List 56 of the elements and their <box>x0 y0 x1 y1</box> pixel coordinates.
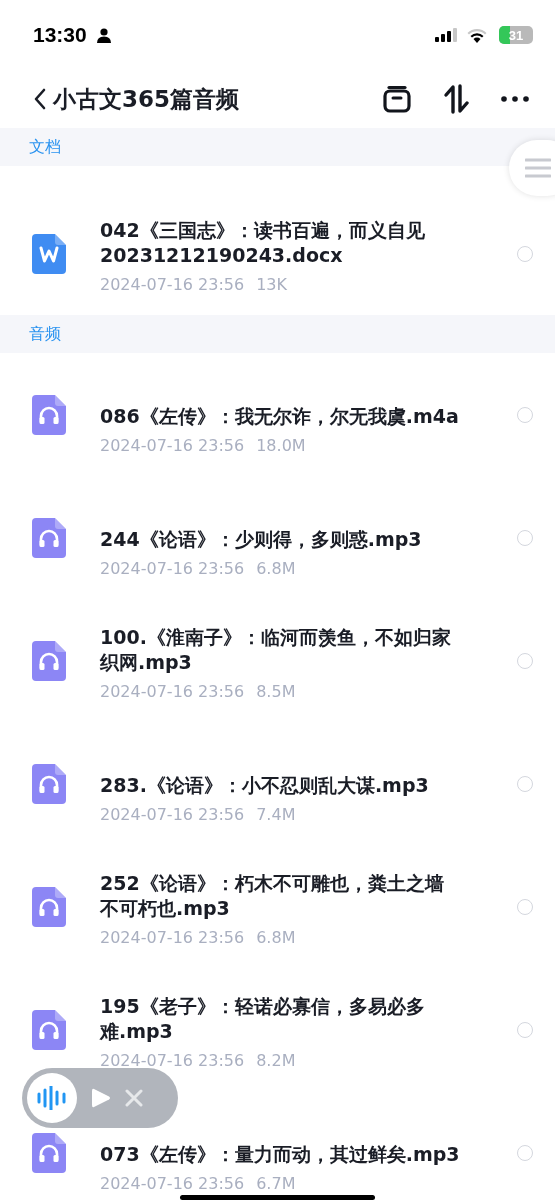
file-row[interactable]: 252《论语》：朽木不可雕也，粪土之墙不可朽也.mp3 2024-07-16 23:56 6.8M <box>0 845 555 968</box>
person-icon <box>96 27 111 43</box>
file-size: 7.4M <box>256 804 296 824</box>
play-icon[interactable] <box>91 1087 111 1109</box>
sort-icon[interactable] <box>443 84 469 114</box>
page-title: 小古文365篇音频 <box>53 84 239 114</box>
file-date: 2024-07-16 23:56 <box>100 435 245 455</box>
file-size: 6.8M <box>256 927 296 947</box>
status-time: 13:30 <box>33 23 87 47</box>
box-icon[interactable] <box>383 85 411 113</box>
file-size: 8.2M <box>256 1050 296 1070</box>
file-date: 2024-07-16 23:56 <box>100 927 245 947</box>
file-name: 086《左传》：我无尔诈，尔无我虞.m4a <box>100 403 460 429</box>
file-size: 18.0M <box>256 435 306 455</box>
file-date: 2024-07-16 23:56 <box>100 1173 245 1193</box>
file-date: 2024-07-16 23:56 <box>100 681 245 701</box>
file-row[interactable]: 244《论语》：少则得，多则惑.mp3 2024-07-16 23:56 6.8M <box>0 476 555 599</box>
close-icon[interactable] <box>125 1089 143 1107</box>
file-name: 100.《淮南子》：临河而羡鱼，不如归家织网.mp3 <box>100 624 452 675</box>
file-row[interactable]: 042《三国志》：读书百遍，而义自见20231212190243.docx 2024-07-16 23:56 13K <box>0 192 555 315</box>
file-name: 283.《论语》：小不忍则乱大谋.mp3 <box>100 772 430 798</box>
back-icon[interactable] <box>33 88 47 110</box>
file-row[interactable]: 195《老子》：轻诺必寡信，多易必多难.mp3 2024-07-16 23:56 8.2M <box>0 968 555 1091</box>
file-date: 2024-07-16 23:56 <box>100 804 245 824</box>
audio-file-icon <box>32 1132 66 1173</box>
file-name: 073《左传》：量力而动，其过鲜矣.mp3 <box>100 1141 461 1167</box>
file-size: 6.8M <box>256 558 296 578</box>
audio-file-icon <box>32 640 66 681</box>
file-size: 8.5M <box>256 681 296 701</box>
audio-wave-button[interactable] <box>27 1073 77 1123</box>
file-size: 13K <box>256 274 288 294</box>
file-row[interactable]: 086《左传》：我无尔诈，尔无我虞.m4a 2024-07-16 23:56 18.0M <box>0 353 555 476</box>
menu-icon <box>525 158 551 178</box>
audio-file-icon <box>32 394 66 435</box>
file-size: 6.7M <box>256 1173 296 1193</box>
file-row[interactable]: 100.《淮南子》：临河而羡鱼，不如归家织网.mp3 2024-07-16 23:56 8.5M <box>0 599 555 722</box>
file-date: 2024-07-16 23:56 <box>100 1050 245 1070</box>
audio-file-icon <box>32 886 66 927</box>
file-date: 2024-07-16 23:56 <box>100 558 245 578</box>
file-name: 244《论语》：少则得，多则惑.mp3 <box>100 526 423 552</box>
file-row[interactable]: 073《左传》：量力而动，其过鲜矣.mp3 2024-07-16 23:56 6.7M <box>0 1091 555 1200</box>
file-name: 195《老子》：轻诺必寡信，多易必多难.mp3 <box>100 993 426 1044</box>
file-name: 252《论语》：朽木不可雕也，粪土之墙不可朽也.mp3 <box>100 870 445 921</box>
word-file-icon <box>32 233 66 274</box>
file-date: 2024-07-16 23:56 <box>100 274 245 294</box>
audio-file-icon <box>32 517 66 558</box>
section-header: 文档 <box>0 128 555 166</box>
file-name: 042《三国志》：读书百遍，而义自见20231212190243.docx <box>100 217 426 268</box>
audio-file-icon <box>32 763 66 804</box>
more-icon[interactable] <box>501 96 529 102</box>
audio-file-icon <box>32 1009 66 1050</box>
file-row[interactable]: 283.《论语》：小不忍则乱大谋.mp3 2024-07-16 23:56 7.4M <box>0 722 555 845</box>
wifi-icon <box>467 27 487 43</box>
section-header: 音频 <box>0 315 555 353</box>
waveform-icon <box>37 1086 67 1110</box>
signal-icon <box>435 28 459 42</box>
